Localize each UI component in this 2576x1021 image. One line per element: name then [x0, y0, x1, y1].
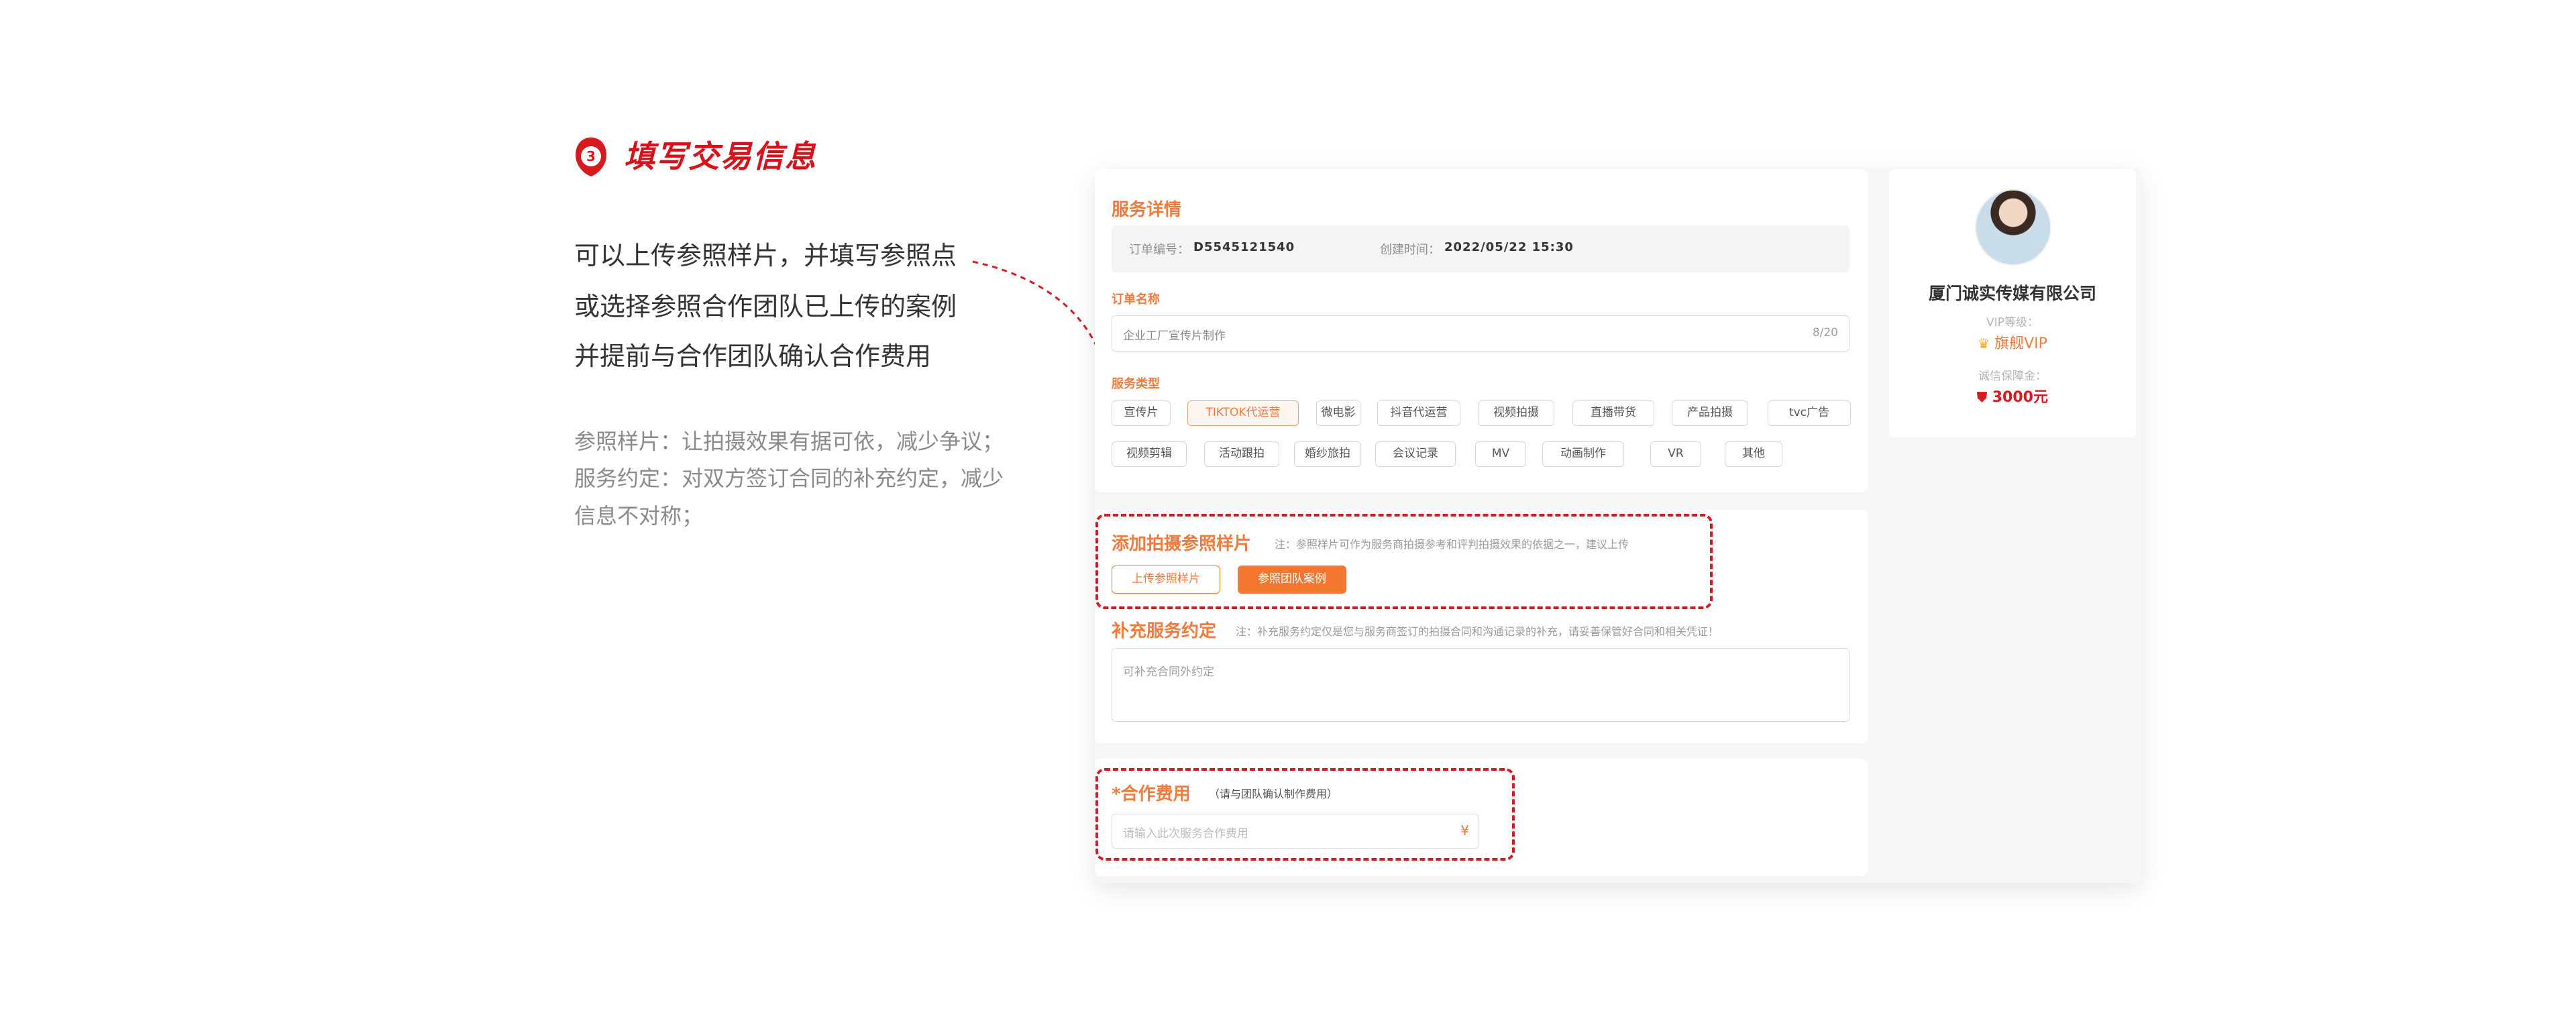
note-line-1: 参照样片：让拍摄效果有据可依，减少争议；: [574, 429, 1004, 454]
agreement-title: 补充服务约定: [1112, 621, 1217, 641]
service-type-chip[interactable]: 会议记录: [1375, 441, 1456, 467]
service-type-chip[interactable]: 视频剪辑: [1112, 441, 1187, 467]
created-time-value: 2022/05/22 15:30: [1444, 240, 1574, 254]
agreement-hint: 注：补充服务约定仅是您与服务商签订的拍摄合同和沟通记录的补充，请妥善保管好合同和…: [1236, 625, 1719, 638]
service-type-chip[interactable]: 活动跟拍: [1204, 441, 1279, 467]
reference-highlight-box: [1095, 514, 1713, 609]
deposit-label: 诚信保障金：: [1978, 370, 2047, 383]
note-line-3: 信息不对称；: [574, 503, 704, 529]
service-type-chip[interactable]: 宣传片: [1112, 400, 1171, 426]
order-info-bar: 订单编号： D5545121540 创建时间： 2022/05/22 15:30: [1112, 225, 1849, 272]
deposit: ⛊ 3000元: [1889, 385, 2136, 407]
deposit-value: 3000元: [1992, 389, 2048, 406]
shield-icon: ⛊: [1977, 389, 1988, 405]
order-name-label: 订单名称: [1112, 292, 1160, 307]
service-type-chip[interactable]: VR: [1650, 441, 1701, 467]
description-line-2: 或选择参照合作团队已上传的案例: [574, 292, 957, 321]
step-number: 3: [586, 148, 596, 164]
service-type-chip[interactable]: 直播带货: [1572, 400, 1654, 426]
service-type-chip[interactable]: 其他: [1725, 441, 1782, 467]
service-type-chip[interactable]: 产品拍摄: [1672, 400, 1748, 426]
order-name-counter: 8/20: [1812, 326, 1838, 339]
created-time-label: 创建时间：: [1380, 243, 1440, 257]
agreement-placeholder: 可补充合同外约定: [1123, 665, 1214, 679]
note-line-2: 服务约定：对双方签订合同的补充约定，减少: [574, 466, 1004, 491]
service-type-chip[interactable]: 微电影: [1316, 400, 1360, 426]
service-type-label: 服务类型: [1112, 377, 1160, 391]
service-type-chip[interactable]: tvc广告: [1768, 400, 1851, 426]
order-no-label: 订单编号：: [1129, 243, 1189, 257]
agreement-textarea[interactable]: 可补充合同外约定: [1112, 648, 1849, 722]
vip-level-value: 旗舰VIP: [1994, 335, 2047, 352]
service-type-chip[interactable]: TIKTOK代运营: [1187, 400, 1299, 426]
order-name-value: 企业工厂宣传片制作: [1123, 329, 1226, 343]
service-type-chip[interactable]: 动画制作: [1542, 441, 1624, 467]
service-detail-title: 服务详情: [1112, 200, 1182, 220]
description-line-3: 并提前与合作团队确认合作费用: [574, 341, 932, 371]
service-type-chip[interactable]: 婚纱旅拍: [1294, 441, 1361, 467]
description-line-1: 可以上传参照样片，并填写参照点: [574, 241, 957, 270]
fee-highlight-box: [1095, 768, 1515, 861]
vip-level: ♛ 旗舰VIP: [1889, 331, 2136, 353]
step-title: 填写交易信息: [624, 138, 817, 174]
step-number-badge: 3: [576, 138, 606, 176]
vip-level-label: VIP等级：: [1986, 316, 2039, 329]
avatar[interactable]: [1975, 189, 2051, 266]
provider-company: 厦门诚实传媒有限公司: [1928, 284, 2096, 303]
crown-icon: ♛: [1978, 335, 1990, 352]
service-type-chip[interactable]: MV: [1475, 441, 1526, 467]
service-type-chip[interactable]: 视频拍摄: [1478, 400, 1554, 426]
service-type-chip[interactable]: 抖音代运营: [1377, 400, 1460, 426]
order-name-input[interactable]: 企业工厂宣传片制作 8/20: [1112, 315, 1849, 352]
order-no-value: D5545121540: [1193, 240, 1295, 254]
